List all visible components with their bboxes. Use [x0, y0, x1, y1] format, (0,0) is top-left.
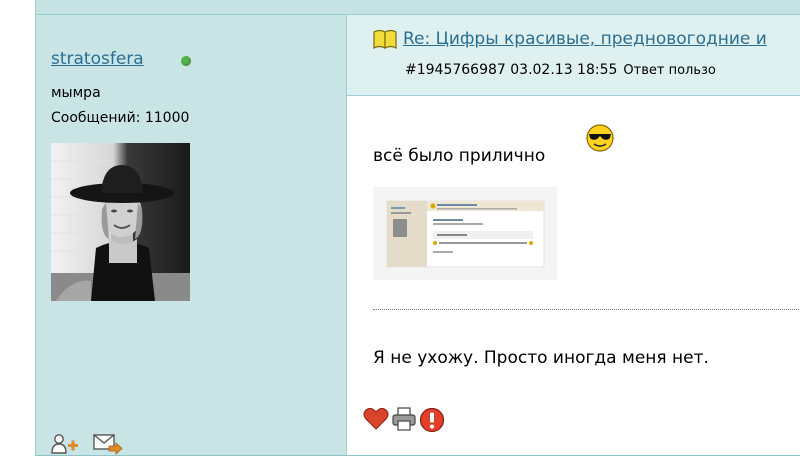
- post-title-link[interactable]: Re: Цифры красивые, предновогодние и: [403, 29, 767, 49]
- post-id-date: #1945766987 03.02.13 18:55: [405, 62, 618, 78]
- add-friend-icon[interactable]: [51, 433, 79, 459]
- warning-icon[interactable]: [419, 407, 445, 437]
- user-sidebar: stratosfera мымра Сообщений: 11000: [36, 15, 347, 455]
- printer-icon[interactable]: [391, 407, 417, 435]
- sunglasses-smiley-icon: [585, 123, 615, 157]
- post-header: Re: Цифры красивые, предновогодние и #19…: [347, 15, 800, 96]
- avatar[interactable]: [51, 143, 190, 301]
- attached-image-thumbnail[interactable]: [373, 187, 557, 280]
- previous-post-bottom-strip: [36, 0, 800, 15]
- signature-separator: [373, 309, 800, 310]
- username-link[interactable]: stratosfera: [51, 49, 144, 69]
- post-meta: #1945766987 03.02.13 18:55 Ответ пользо: [405, 62, 716, 78]
- user-title: мымра: [51, 85, 101, 101]
- book-icon: [373, 29, 397, 53]
- send-message-icon[interactable]: [93, 433, 123, 459]
- reply-to-user-link[interactable]: Ответ пользо: [623, 63, 715, 78]
- heart-icon[interactable]: [363, 407, 389, 435]
- user-signature: Я не ухожу. Просто иногда меня нет.: [373, 348, 709, 368]
- post-text: всё было прилично: [373, 146, 546, 166]
- forum-post: stratosfera мымра Сообщений: 11000 Re: Ц…: [35, 0, 800, 456]
- online-status-icon: [181, 56, 191, 66]
- post-main: Re: Цифры красивые, предновогодние и #19…: [347, 15, 800, 455]
- user-post-count: Сообщений: 11000: [51, 110, 190, 126]
